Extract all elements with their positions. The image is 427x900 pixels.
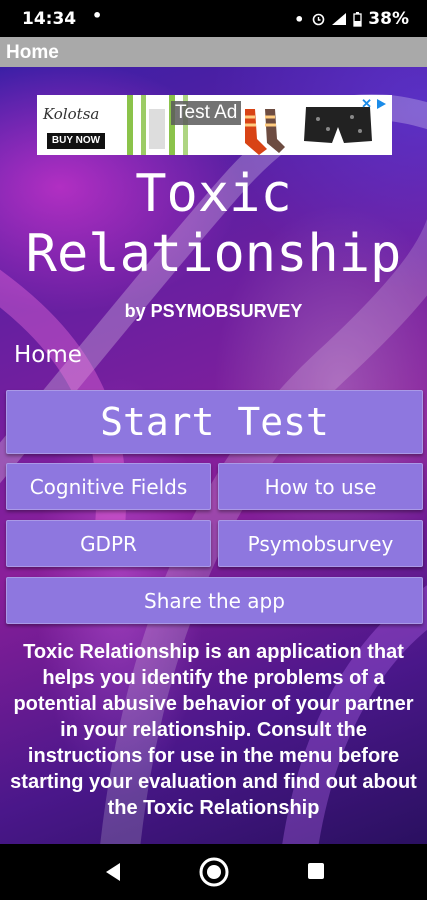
alarm-icon [312, 13, 325, 26]
psymobsurvey-button[interactable]: Psymobsurvey [218, 520, 423, 567]
system-nav-bar [0, 844, 427, 900]
notification-dot-icon: • [92, 6, 103, 25]
home-icon[interactable] [198, 856, 230, 888]
ad-brand-logo: Kolotsa [43, 105, 100, 123]
app-bar-title: Home [6, 42, 59, 63]
signal-icon [332, 13, 347, 25]
section-label: Home [14, 342, 82, 368]
battery-icon [353, 11, 362, 27]
battery-percent: 38% [368, 9, 409, 29]
notification-dot-icon: • [294, 9, 305, 29]
share-app-button[interactable]: Share the app [6, 577, 423, 624]
ad-close-icon[interactable]: ✕ [361, 96, 372, 112]
ad-brand: Kolotsa BUY NOW [43, 99, 105, 151]
cognitive-fields-button[interactable]: Cognitive Fields [6, 463, 211, 510]
gdpr-button[interactable]: GDPR [6, 520, 211, 567]
main-content[interactable]: Kolotsa BUY NOW Test Ad ✕ Toxic Relation… [0, 67, 427, 844]
ad-label: Test Ad [171, 101, 242, 125]
app-description: Toxic Relationship is an application tha… [10, 641, 417, 819]
ad-buy-now-button[interactable]: BUY NOW [47, 133, 105, 149]
status-time: 14:34 [22, 9, 77, 29]
status-icons: • 38% [294, 9, 409, 29]
how-to-use-button[interactable]: How to use [218, 463, 423, 510]
start-test-button[interactable]: Start Test [6, 390, 423, 454]
back-icon[interactable] [104, 862, 122, 882]
app-bar: Home [0, 37, 427, 67]
status-bar: 14:34 • • 38% [0, 0, 427, 37]
ad-product-socks-image [245, 109, 285, 155]
app-title-line1: Toxic [135, 164, 292, 224]
app-title-line2: Relationship [25, 224, 402, 284]
ad-banner[interactable]: Kolotsa BUY NOW Test Ad ✕ [37, 95, 392, 155]
app-byline: by PSYMOBSURVEY [124, 301, 303, 321]
adchoices-icon[interactable] [374, 97, 388, 111]
recent-apps-icon[interactable] [308, 863, 324, 879]
